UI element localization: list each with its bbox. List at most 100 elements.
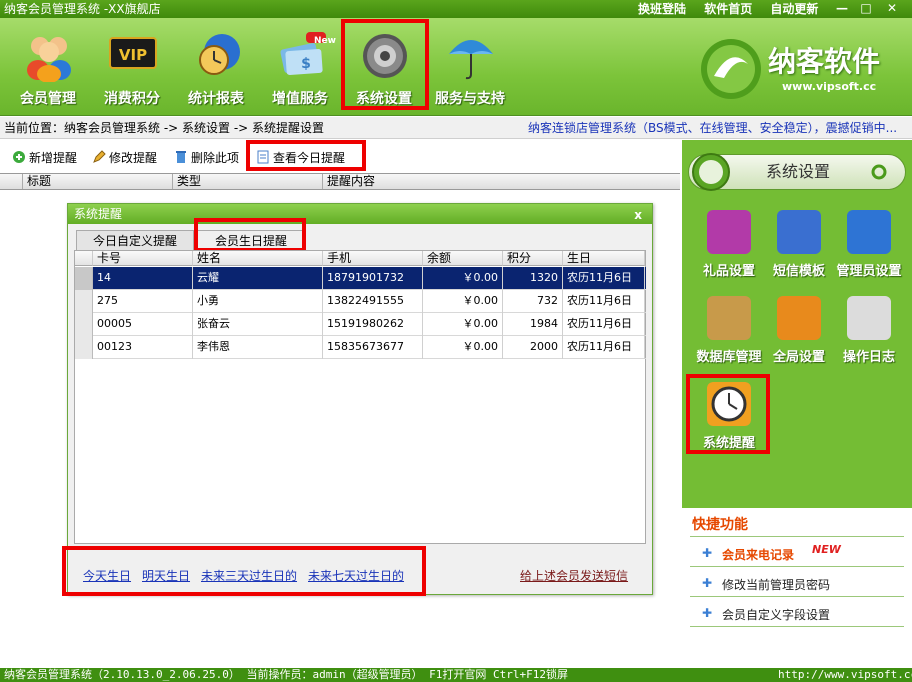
col-phone: 手机 bbox=[323, 251, 423, 266]
gift-icon bbox=[707, 210, 751, 254]
add-reminder-button[interactable]: 新增提醒 bbox=[12, 145, 77, 171]
reminder-grid-header: 标题 类型 提醒内容 bbox=[0, 173, 680, 190]
highlight-view-today bbox=[246, 140, 366, 171]
log-icon bbox=[847, 296, 891, 340]
new-badge: NEW bbox=[812, 543, 841, 556]
software-home-link[interactable]: 软件首页 bbox=[704, 2, 752, 16]
birthday-table: 卡号 姓名 手机 余额 积分 生日 14 云耀 18791901732 ￥0.0… bbox=[74, 250, 646, 544]
quick-item-label: 会员自定义字段设置 bbox=[722, 608, 831, 622]
row-header-corner bbox=[75, 251, 93, 266]
cell-card: 275 bbox=[93, 290, 193, 313]
item-label: 操作日志 bbox=[842, 350, 895, 365]
divider bbox=[690, 566, 904, 567]
highlight-filter-links bbox=[62, 546, 426, 596]
highlight-system-reminder bbox=[686, 374, 770, 454]
breadcrumb: 当前位置：纳客会员管理系统 -> 系统设置 -> 系统提醒设置 bbox=[4, 121, 325, 135]
promo-link[interactable]: 纳客连锁店管理系统（BS模式、在线管理、安全稳定），震撼促销中... bbox=[528, 117, 897, 139]
cell-phone: 18791901732 bbox=[323, 267, 423, 290]
cell-card: 00005 bbox=[93, 313, 193, 336]
table-row[interactable]: 00123 李伟恩 15835673677 ￥0.00 2000 农历11月6日 bbox=[75, 336, 646, 359]
toolbar-consume-points[interactable]: VIP 消费积分 bbox=[90, 26, 174, 110]
cell-balance: ￥0.00 bbox=[423, 290, 503, 313]
main-toolbar: 会员管理 VIP 消费积分 统计报表 $ New 增值服务 系统设置 服务与支持… bbox=[0, 18, 912, 116]
cell-birthday: 农历11月6日 bbox=[563, 267, 645, 290]
cell-birthday: 农历11月6日 bbox=[563, 290, 645, 313]
panel-header: 系统设置 bbox=[688, 153, 906, 191]
cell-name: 小勇 bbox=[193, 290, 323, 313]
col-card: 卡号 bbox=[93, 251, 193, 266]
globe-icon bbox=[777, 296, 821, 340]
dialog-close-button[interactable]: x bbox=[634, 205, 642, 225]
edit-reminder-button[interactable]: 修改提醒 bbox=[92, 145, 157, 171]
umbrella-icon bbox=[449, 40, 493, 80]
col-birthday: 生日 bbox=[563, 251, 645, 266]
table-row[interactable]: 00005 张奋云 15191980262 ￥0.00 1984 农历11月6日 bbox=[75, 313, 646, 336]
svg-text:$: $ bbox=[301, 56, 311, 72]
website-link[interactable]: http://www.vipsoft.cc bbox=[778, 668, 912, 682]
item-label: 数据库管理 bbox=[696, 350, 762, 365]
item-label: 管理员设置 bbox=[836, 264, 902, 279]
logo-url: www.vipsoft.cc bbox=[782, 80, 877, 93]
trash-icon bbox=[176, 151, 186, 163]
global-settings-item[interactable]: 全局设置 bbox=[760, 296, 834, 368]
sms-template-item[interactable]: 短信模板 bbox=[760, 210, 834, 282]
add-icon bbox=[13, 151, 25, 163]
tab-today-custom[interactable]: 今日自定义提醒 bbox=[76, 230, 194, 250]
toolbar-label: 增值服务 bbox=[272, 91, 328, 107]
toolbar-label: 会员管理 bbox=[20, 91, 76, 107]
delete-item-button[interactable]: 删除此项 bbox=[174, 145, 239, 171]
table-row[interactable]: 14 云耀 18791901732 ￥0.00 1320 农历11月6日 bbox=[75, 267, 646, 290]
quick-functions: 快捷功能 ✚ 会员来电记录 NEW ✚ 修改当前管理员密码 ✚ 会员自定义字段设… bbox=[682, 508, 912, 668]
cell-phone: 13822491555 bbox=[323, 290, 423, 313]
divider bbox=[690, 626, 904, 627]
vip-card-icon: VIP bbox=[109, 37, 157, 69]
row-header bbox=[75, 267, 93, 290]
cell-balance: ￥0.00 bbox=[423, 267, 503, 290]
row-header bbox=[75, 290, 93, 313]
database-icon bbox=[707, 296, 751, 340]
database-item[interactable]: 数据库管理 bbox=[690, 296, 764, 368]
close-button[interactable]: ✕ bbox=[884, 2, 900, 16]
col-points: 积分 bbox=[503, 251, 563, 266]
cell-name: 云耀 bbox=[193, 267, 323, 290]
panel-ring-icon bbox=[871, 164, 887, 180]
sms-template-icon bbox=[777, 210, 821, 254]
toolbar-label: 服务与支持 bbox=[435, 91, 505, 107]
divider bbox=[690, 596, 904, 597]
cell-balance: ￥0.00 bbox=[423, 336, 503, 359]
title-bar: 纳客会员管理系统 -XX旗舰店 换班登陆 软件首页 自动更新 — □ ✕ bbox=[0, 0, 912, 18]
toolbar-member-management[interactable]: 会员管理 bbox=[6, 26, 90, 110]
col-name: 姓名 bbox=[193, 251, 323, 266]
dialog-title: 系统提醒 bbox=[74, 207, 123, 221]
toolbar-value-added[interactable]: $ New 增值服务 bbox=[258, 26, 342, 110]
right-panel: 系统设置 礼品设置 短信模板 管理员设置 数据库管理 全局设置 操作日志 系统提… bbox=[682, 140, 912, 668]
divider bbox=[690, 536, 904, 537]
svg-text:VIP: VIP bbox=[119, 46, 147, 64]
cell-points: 1984 bbox=[503, 313, 563, 336]
auto-update-link[interactable]: 自动更新 bbox=[770, 2, 818, 16]
cell-points: 732 bbox=[503, 290, 563, 313]
toolbar-statistics-report[interactable]: 统计报表 bbox=[174, 26, 258, 110]
system-reminder-dialog: 系统提醒 x 今日自定义提醒 会员生日提醒 卡号 姓名 手机 余额 积分 生日 … bbox=[62, 203, 653, 596]
item-label: 全局设置 bbox=[772, 350, 825, 365]
clock-chart-icon bbox=[199, 34, 240, 75]
location-bar: 当前位置：纳客会员管理系统 -> 系统设置 -> 系统提醒设置 纳客连锁店管理系… bbox=[0, 117, 912, 139]
admin-settings-item[interactable]: 管理员设置 bbox=[830, 210, 904, 282]
cell-birthday: 农历11月6日 bbox=[563, 336, 645, 359]
cell-name: 李伟恩 bbox=[193, 336, 323, 359]
table-row[interactable]: 275 小勇 13822491555 ￥0.00 732 农历11月6日 bbox=[75, 290, 646, 313]
pencil-icon bbox=[93, 150, 106, 163]
toolbar-service-support[interactable]: 服务与支持 bbox=[428, 26, 512, 110]
quick-item-label: 会员来电记录 bbox=[722, 548, 795, 562]
minimize-button[interactable]: — bbox=[834, 2, 850, 16]
gift-settings-item[interactable]: 礼品设置 bbox=[690, 210, 764, 282]
status-bar: 纳客会员管理系统（2.10.13.0_2.06.25.0） 当前操作员：admi… bbox=[0, 668, 912, 682]
maximize-button[interactable]: □ bbox=[858, 2, 874, 16]
add-reminder-label: 新增提醒 bbox=[29, 151, 78, 165]
send-sms-link[interactable]: 给上述会员发送短信 bbox=[520, 567, 628, 584]
shift-login-link[interactable]: 换班登陆 bbox=[638, 2, 686, 16]
row-header bbox=[75, 313, 93, 336]
cell-card: 00123 bbox=[93, 336, 193, 359]
cell-balance: ￥0.00 bbox=[423, 313, 503, 336]
operation-log-item[interactable]: 操作日志 bbox=[830, 296, 904, 368]
